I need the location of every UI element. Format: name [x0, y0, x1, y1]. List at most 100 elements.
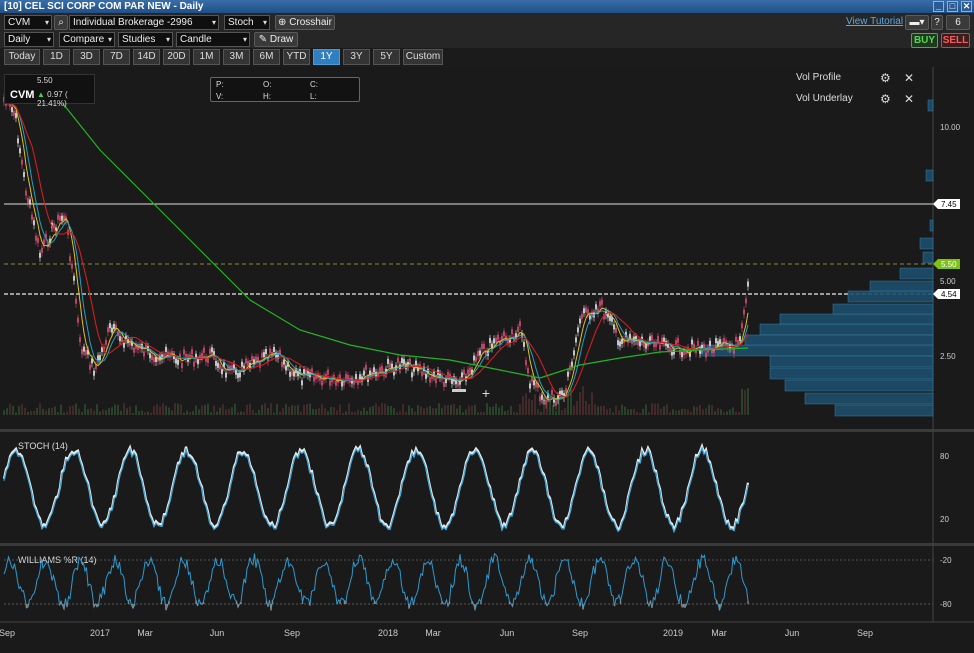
- range-button-1y[interactable]: 1Y: [313, 49, 340, 65]
- stock-chart[interactable]: 10.00 5.00 2.50 7.45 5.50 4.54 + STOCH (14) 80 20…: [0, 67, 974, 650]
- candle-body: [533, 380, 535, 386]
- view-tutorial-link[interactable]: View Tutorial: [846, 16, 903, 27]
- candle-body: [237, 373, 239, 379]
- moving-average-slow: [29, 79, 749, 379]
- candle-body: [245, 358, 247, 364]
- candle-body: [35, 235, 37, 241]
- candle-body: [373, 367, 375, 373]
- link-count[interactable]: 6: [946, 15, 970, 30]
- candle-body: [539, 396, 541, 402]
- symbol-input[interactable]: CVM ▾: [4, 15, 52, 30]
- range-button-today[interactable]: Today: [4, 49, 40, 65]
- candle-body: [215, 360, 217, 366]
- range-button-14d[interactable]: 14D: [133, 49, 160, 65]
- candle-body: [79, 337, 81, 343]
- candle-body: [517, 326, 519, 332]
- close-icon[interactable]: ✕: [904, 71, 914, 85]
- candle-body: [293, 371, 295, 377]
- range-button-1m[interactable]: 1M: [193, 49, 220, 65]
- volume-profile-bar: [759, 323, 934, 336]
- time-axis-label: Jun: [500, 628, 515, 638]
- menu-dropdown[interactable]: ▬▾: [905, 15, 929, 30]
- candle-body: [381, 365, 383, 371]
- sell-button[interactable]: SELL: [941, 33, 970, 48]
- indicator-dropdown[interactable]: Stoch ▾: [224, 15, 270, 30]
- candle-body: [527, 368, 529, 374]
- candle-body: [555, 400, 557, 406]
- range-button-custom[interactable]: Custom: [403, 49, 443, 65]
- overlay-label: Vol Underlay: [796, 93, 853, 104]
- chart-canvas[interactable]: 10.00 5.00 2.50 7.45 5.50 4.54 + STOCH (14) 80 20…: [0, 67, 974, 650]
- candle-body: [523, 341, 525, 347]
- search-icon[interactable]: ⌕: [54, 15, 68, 30]
- range-button-6m[interactable]: 6M: [253, 49, 280, 65]
- range-button-5y[interactable]: 5Y: [373, 49, 400, 65]
- candle-body: [269, 348, 271, 354]
- range-button-20d[interactable]: 20D: [163, 49, 190, 65]
- candle-body: [191, 349, 193, 355]
- overlay-list: Vol Profile ⚙ ✕ Vol Underlay ⚙ ✕: [796, 71, 922, 114]
- volume-profile-bar: [769, 355, 934, 368]
- crosshair-button[interactable]: ⊕ Crosshair: [275, 15, 335, 30]
- williams-tick: -80: [940, 600, 952, 609]
- volume-profile-bar: [784, 379, 934, 392]
- candle-body: [61, 215, 63, 221]
- candle-body: [717, 341, 719, 347]
- volume-profile-bar: [919, 237, 934, 250]
- interval-dropdown[interactable]: Daily ▾: [4, 32, 54, 47]
- price-tag: 7.45: [933, 199, 960, 209]
- candle-body: [335, 380, 337, 386]
- range-button-1d[interactable]: 1D: [43, 49, 70, 65]
- candle-body: [621, 338, 623, 344]
- candle-body: [579, 318, 581, 324]
- stoch-tick: 80: [940, 452, 949, 461]
- symbol-legend: 5.50 CVM ▲ 0.97 ( 21.41%): [4, 74, 95, 108]
- range-button-7d[interactable]: 7D: [103, 49, 130, 65]
- studies-dropdown[interactable]: Studies ▾: [118, 32, 173, 47]
- price-tick: 2.50: [940, 352, 956, 361]
- close-icon[interactable]: ✕: [961, 1, 972, 12]
- candle-body: [467, 369, 469, 375]
- time-axis-label: Jun: [210, 628, 225, 638]
- drag-handle: [452, 389, 466, 392]
- buy-button[interactable]: BUY: [911, 33, 938, 48]
- candle-body: [261, 352, 263, 358]
- moving-average-fast: [3, 99, 749, 401]
- account-dropdown[interactable]: Individual Brokerage -2996 ▾: [69, 15, 219, 30]
- time-axis-label: Sep: [0, 628, 15, 638]
- chart-style-dropdown[interactable]: Candle ▾: [176, 32, 250, 47]
- candle-body: [149, 353, 151, 359]
- candle-body: [493, 338, 495, 344]
- candle-body: [113, 323, 115, 329]
- ohlc-o: O:: [263, 80, 272, 89]
- volume-profile-bar: [769, 367, 934, 380]
- williams-line: [3, 552, 749, 612]
- restore-icon[interactable]: □: [947, 1, 958, 12]
- ohlc-v: V:: [216, 92, 224, 101]
- draw-button[interactable]: ✎ Draw: [254, 32, 298, 47]
- close-icon[interactable]: ✕: [904, 92, 914, 106]
- candle-body: [25, 190, 27, 196]
- candle-body: [11, 107, 13, 113]
- candle-body: [359, 374, 361, 380]
- candle-body: [321, 380, 323, 386]
- price-tick: 10.00: [940, 123, 961, 132]
- candle-body: [463, 369, 465, 375]
- minimize-icon[interactable]: _: [933, 1, 944, 12]
- gear-icon[interactable]: ⚙: [880, 92, 891, 106]
- help-icon[interactable]: ?: [931, 15, 943, 30]
- williams-tick: -20: [940, 556, 952, 565]
- candle-body: [481, 343, 483, 349]
- range-button-3y[interactable]: 3Y: [343, 49, 370, 65]
- volume-profile-bar: [899, 267, 934, 280]
- range-button-3d[interactable]: 3D: [73, 49, 100, 65]
- compare-dropdown[interactable]: Compare ▾: [59, 32, 115, 47]
- candle-body: [541, 394, 543, 400]
- range-button-ytd[interactable]: YTD: [283, 49, 310, 65]
- moving-average-mid: [3, 99, 749, 398]
- candle-body: [401, 358, 403, 364]
- gear-icon[interactable]: ⚙: [880, 71, 891, 85]
- candle-body: [511, 329, 513, 335]
- candle-body: [601, 299, 603, 305]
- range-button-3m[interactable]: 3M: [223, 49, 250, 65]
